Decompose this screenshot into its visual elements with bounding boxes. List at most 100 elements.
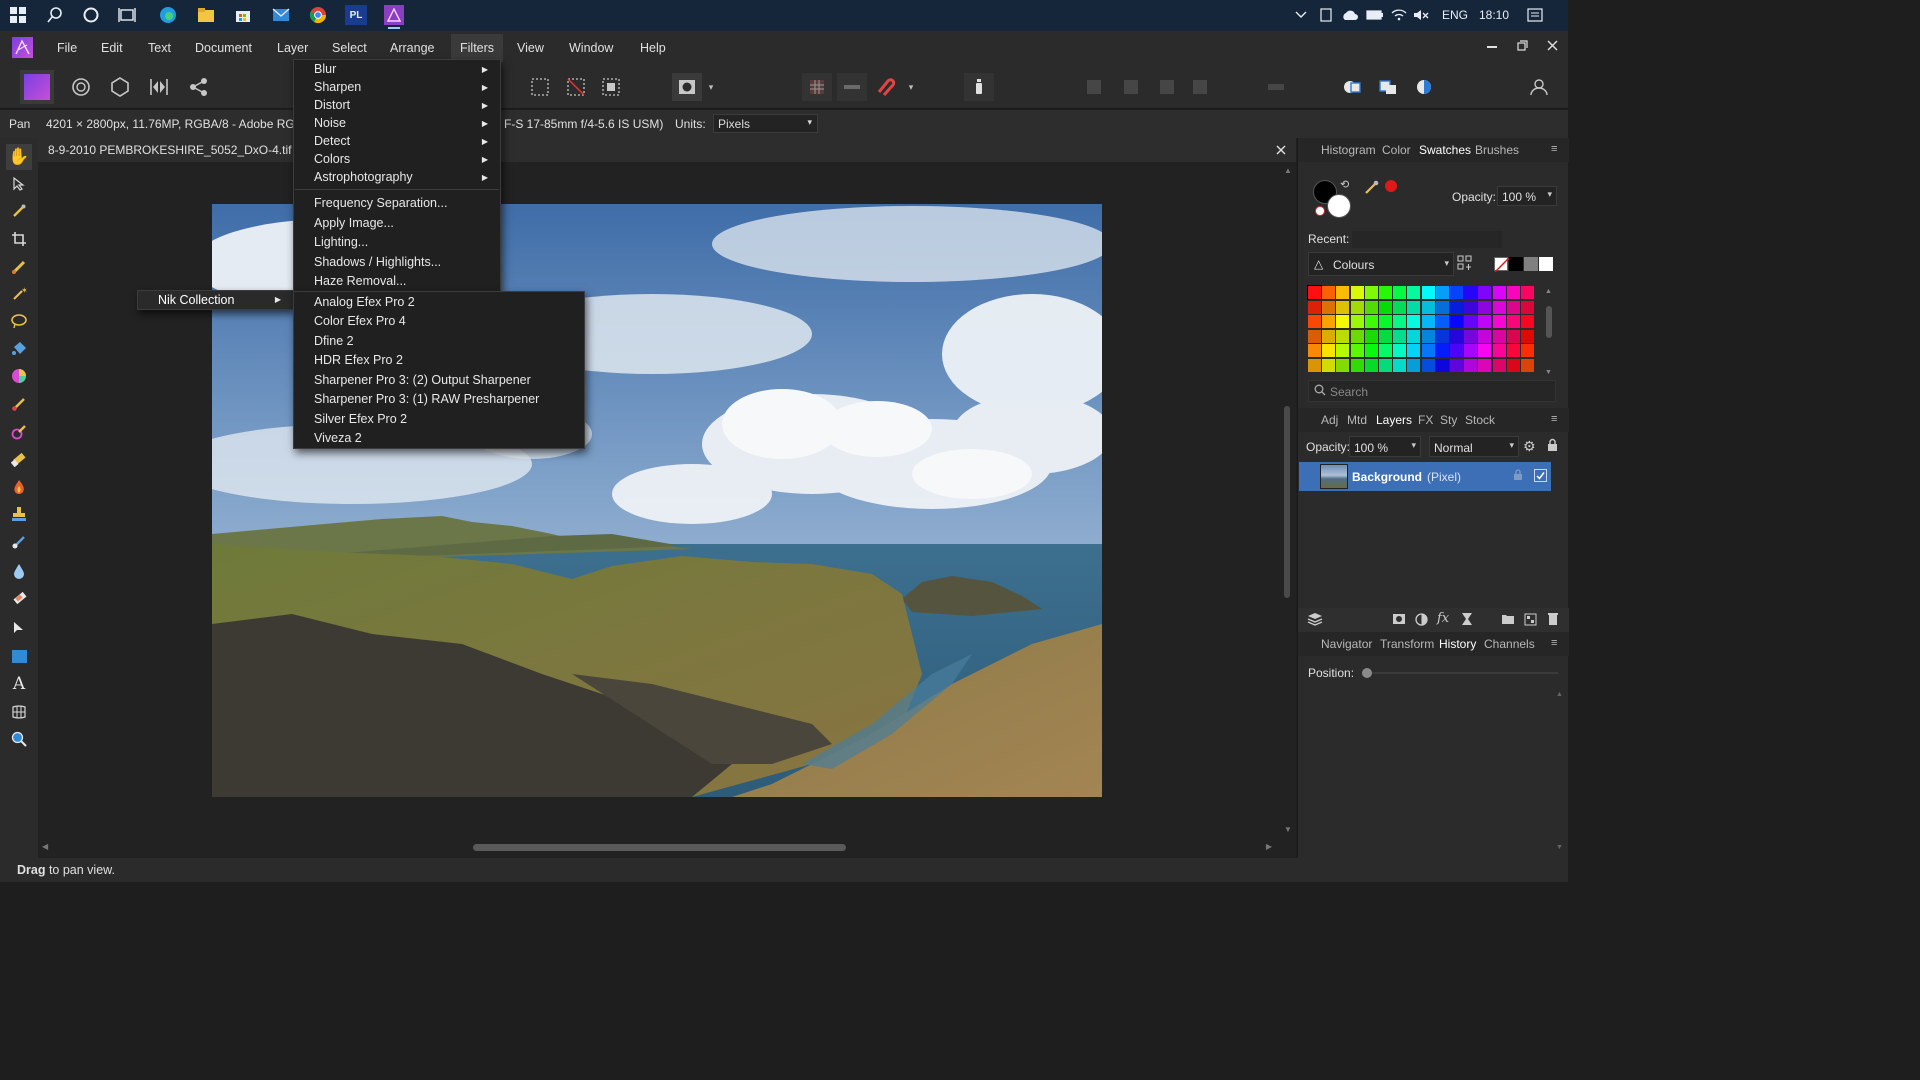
align-menu-icon[interactable] [1262, 73, 1290, 101]
color-swatch[interactable] [1521, 344, 1534, 357]
layer-lock-icon[interactable] [1547, 438, 1558, 455]
color-swatch[interactable] [1393, 358, 1407, 372]
color-swatch[interactable] [1421, 286, 1435, 299]
secondary-color-well[interactable] [1327, 194, 1351, 218]
color-swatch[interactable] [1407, 358, 1421, 372]
clone-brush-tool-icon[interactable] [8, 503, 30, 525]
layer-opacity-field[interactable]: 100 % ▾ [1349, 436, 1421, 457]
vertical-scrollbar[interactable]: ▲ ▼ [1282, 166, 1292, 834]
tab-color[interactable]: Color [1382, 143, 1411, 157]
tab-layers[interactable]: Layers [1376, 413, 1412, 427]
color-swatch[interactable] [1393, 329, 1407, 343]
menu-edit[interactable]: Edit [101, 41, 123, 55]
color-swatch[interactable] [1407, 344, 1421, 357]
color-swatch[interactable] [1506, 300, 1520, 314]
color-swatch[interactable] [1435, 329, 1449, 343]
color-swatch[interactable] [1364, 286, 1378, 299]
color-swatch[interactable] [1336, 358, 1350, 372]
menu-help[interactable]: Help [640, 41, 666, 55]
chrome-icon[interactable] [308, 5, 328, 25]
tab-swatches[interactable]: Swatches [1419, 143, 1471, 157]
horizontal-scrollbar[interactable]: ◀ ▶ [42, 842, 1272, 852]
file-explorer-icon[interactable] [196, 5, 216, 25]
color-swatch[interactable] [1435, 286, 1449, 299]
color-swatch[interactable] [1407, 315, 1421, 328]
menu-item-analog-efex[interactable]: Analog Efex Pro 2 [314, 295, 415, 309]
photolab-app-icon[interactable]: PL [345, 5, 367, 25]
swatch-scroll-up-icon[interactable]: ▲ [1545, 288, 1552, 295]
color-swatch[interactable] [1350, 358, 1364, 372]
smudge-tool-icon[interactable] [8, 531, 30, 553]
swatch-search[interactable]: Search [1308, 380, 1556, 402]
tab-stock[interactable]: Stock [1465, 413, 1495, 427]
cortana-icon[interactable] [81, 5, 101, 25]
tray-language[interactable]: ENG [1442, 8, 1468, 22]
color-swatch[interactable] [1421, 300, 1435, 314]
color-swatch[interactable] [1464, 286, 1478, 299]
gradient-tool-icon[interactable] [8, 365, 30, 387]
close-window-icon[interactable] [1547, 40, 1558, 54]
color-swatch[interactable] [1322, 329, 1336, 343]
layers-stack-icon[interactable] [1307, 612, 1323, 629]
color-swatch[interactable] [1393, 286, 1407, 299]
add-live-filter-icon[interactable] [1461, 612, 1473, 629]
swatch-gray[interactable] [1524, 257, 1538, 271]
quick-mask-dropdown-icon[interactable]: ▾ [703, 73, 719, 101]
photo-persona-icon[interactable] [20, 70, 54, 104]
menu-item-distort[interactable]: Distort [314, 98, 350, 112]
minimize-icon[interactable] [1487, 46, 1497, 48]
color-swatch[interactable] [1421, 344, 1435, 357]
blend-mode-select[interactable]: Normal ▾ [1429, 436, 1519, 457]
tab-histogram[interactable]: Histogram [1321, 143, 1376, 157]
scroll-down-icon[interactable]: ▼ [1284, 825, 1292, 834]
artistic-text-tool-icon[interactable]: A [8, 673, 30, 695]
menu-window[interactable]: Window [569, 41, 613, 55]
color-swatch[interactable] [1350, 300, 1364, 314]
panel-menu-icon[interactable]: ≡ [1551, 143, 1557, 155]
swatch-opacity-field[interactable]: 100 % ▾ [1497, 186, 1557, 206]
color-swatch[interactable] [1322, 315, 1336, 328]
color-swatch[interactable] [1407, 300, 1421, 314]
swap-colors-icon[interactable]: ⟲ [1340, 178, 1349, 191]
mesh-warp-tool-icon[interactable] [8, 701, 30, 723]
zoom-tool-icon[interactable] [8, 728, 30, 750]
export-persona-icon[interactable] [185, 73, 213, 101]
wifi-icon[interactable] [1389, 5, 1409, 25]
picked-color-swatch[interactable] [1385, 180, 1397, 192]
delete-layer-icon[interactable] [1547, 612, 1559, 629]
color-swatch[interactable] [1336, 286, 1350, 299]
scroll-left-icon[interactable]: ◀ [42, 842, 48, 851]
color-swatch[interactable] [1450, 358, 1463, 372]
menu-item-sharpen[interactable]: Sharpen [314, 80, 361, 94]
tone-mapping-persona-icon[interactable] [145, 73, 173, 101]
menu-item-silver-efex[interactable]: Silver Efex Pro 2 [314, 412, 407, 426]
layer-settings-gear-icon[interactable]: ⚙ [1523, 438, 1536, 455]
color-swatch[interactable] [1322, 300, 1336, 314]
color-swatch[interactable] [1450, 329, 1463, 343]
deselect-icon[interactable] [562, 73, 590, 101]
horizontal-scroll-thumb[interactable] [473, 844, 846, 851]
color-swatch[interactable] [1450, 315, 1463, 328]
menu-select[interactable]: Select [332, 41, 367, 55]
color-swatch[interactable] [1464, 315, 1478, 328]
menu-file[interactable]: File [57, 41, 77, 55]
color-swatch[interactable] [1464, 358, 1478, 372]
color-swatch[interactable] [1421, 329, 1435, 343]
boolean-subtract-icon[interactable] [1374, 73, 1402, 101]
color-swatch[interactable] [1308, 344, 1321, 357]
color-swatch[interactable] [1308, 329, 1321, 343]
swatch-grid[interactable] [1307, 285, 1538, 378]
menu-arrange[interactable]: Arrange [390, 41, 434, 55]
rectangle-tool-icon[interactable] [8, 645, 30, 667]
assistant-icon[interactable] [964, 73, 994, 101]
color-swatch[interactable] [1364, 358, 1378, 372]
freehand-selection-tool-icon[interactable] [8, 310, 30, 332]
color-swatch[interactable] [1521, 358, 1534, 372]
tray-clock[interactable]: 18:10 [1479, 8, 1509, 22]
tab-transform[interactable]: Transform [1380, 637, 1434, 651]
paint-brush-tool-icon[interactable] [8, 393, 30, 415]
notifications-icon[interactable] [1525, 5, 1545, 25]
search-icon[interactable] [45, 5, 65, 25]
history-scroll-up-icon[interactable]: ▲ [1556, 691, 1563, 698]
quick-mask-icon[interactable] [672, 73, 702, 101]
